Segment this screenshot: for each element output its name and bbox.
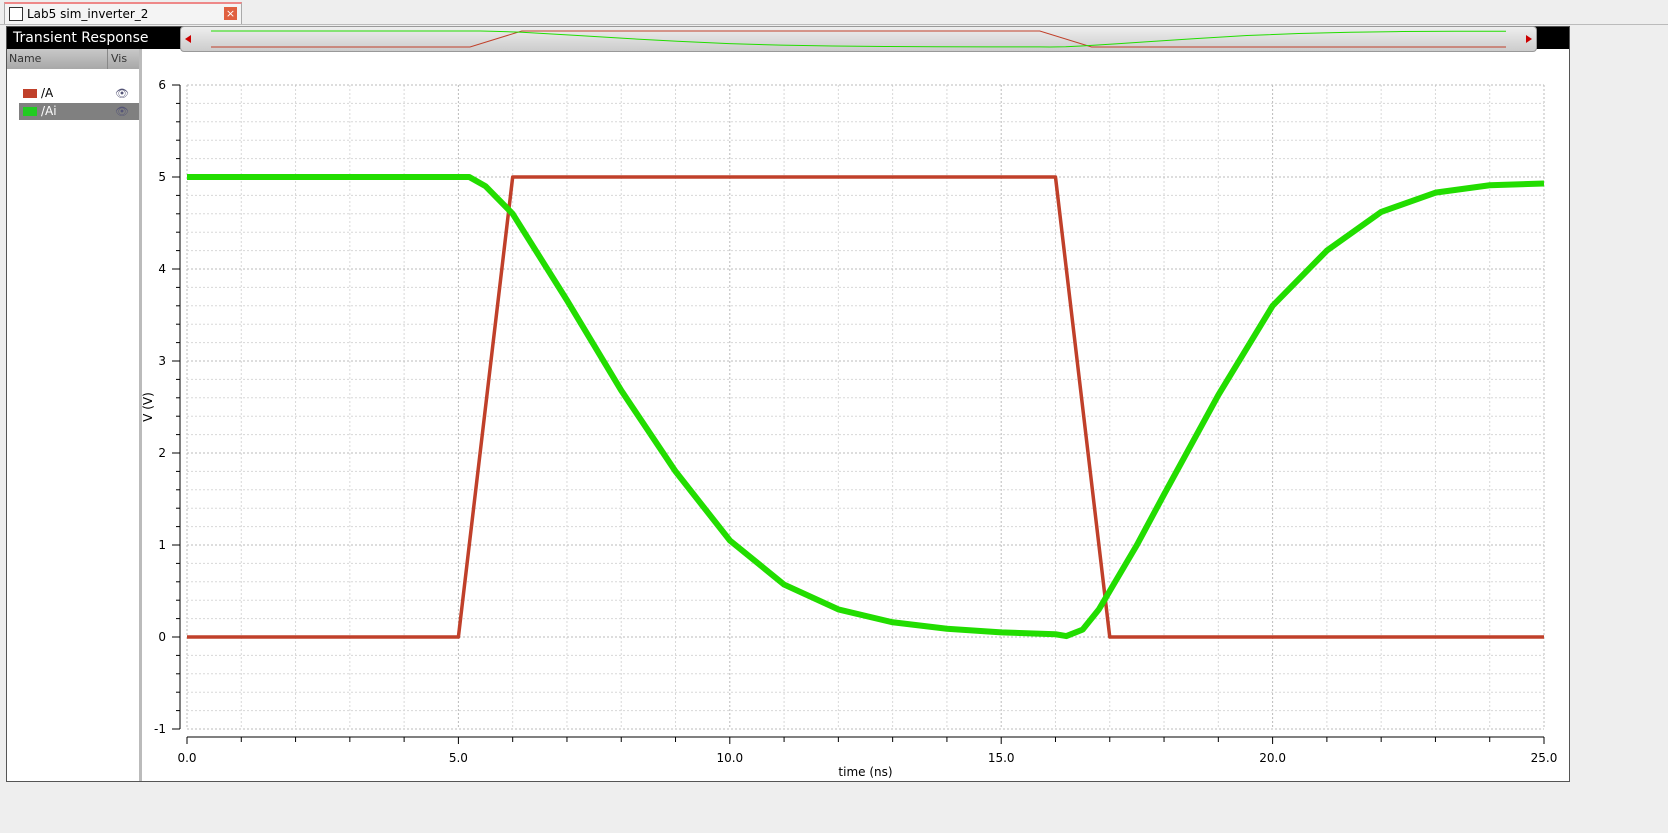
series-line-Ai[interactable] [187,174,1545,640]
y-tick-label: 2 [158,446,166,460]
y-tick-label: 6 [158,78,166,92]
x-tick-label: 5.0 [449,751,468,765]
plot: -1 0 1 2 3 4 5 6 0.0 5.0 10.0 15.0 20.0 25.0 time (ns)… [141,78,1558,779]
series-line-A[interactable] [187,175,1544,639]
y-tick-label: 0 [158,630,166,644]
y-axis-label: V (V) [141,392,155,422]
x-tick-label: 25.0 [1531,751,1558,765]
y-tick-label: -1 [154,722,166,736]
y-tick-label: 1 [158,538,166,552]
x-tick-label: 15.0 [988,751,1015,765]
y-tick-label: 3 [158,354,166,368]
x-tick-label: 10.0 [716,751,743,765]
x-tick-label: 20.0 [1259,751,1286,765]
y-tick-label: 5 [158,170,166,184]
x-tick-label: 0.0 [177,751,196,765]
y-tick-label: 4 [158,262,166,276]
x-axis-label: time (ns) [838,765,892,779]
